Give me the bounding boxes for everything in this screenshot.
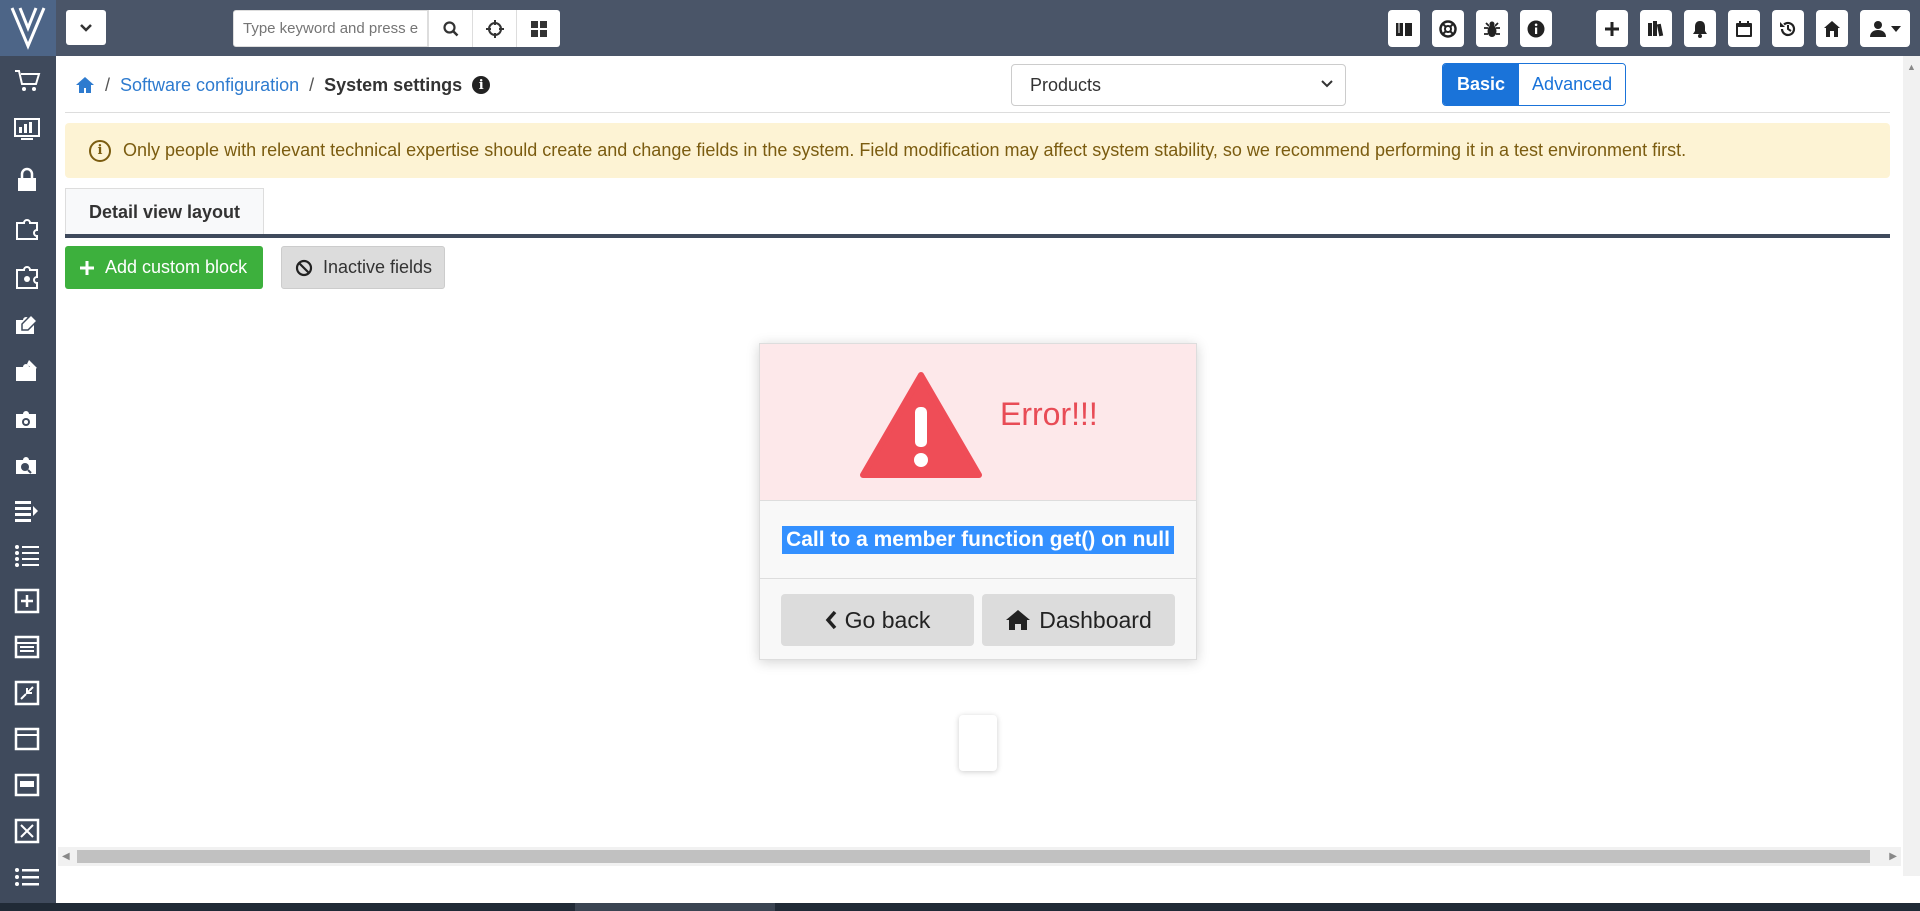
page-title: System settings bbox=[324, 74, 463, 95]
top-bar bbox=[56, 0, 1920, 56]
module-select[interactable]: Products bbox=[1011, 64, 1346, 106]
crosshair-icon bbox=[485, 19, 504, 38]
quick-create-button[interactable] bbox=[1596, 10, 1628, 47]
scroll-up-icon[interactable]: ▲ bbox=[1907, 62, 1916, 72]
table-icon[interactable] bbox=[10, 630, 44, 664]
about-button[interactable] bbox=[1520, 10, 1552, 47]
notifications-button[interactable] bbox=[1684, 10, 1716, 47]
plus-icon bbox=[1605, 21, 1619, 36]
caret-down-icon bbox=[1891, 25, 1901, 32]
history-button[interactable] bbox=[1772, 10, 1804, 47]
home-icon bbox=[1006, 610, 1031, 630]
logo-icon[interactable] bbox=[0, 0, 56, 56]
grid-icon bbox=[530, 20, 547, 37]
scrollbar-thumb[interactable] bbox=[77, 850, 1870, 863]
dashboard-label: Dashboard bbox=[1039, 606, 1152, 633]
basic-mode-button[interactable]: Basic bbox=[1443, 64, 1520, 105]
go-back-label: Go back bbox=[844, 606, 931, 633]
bell-icon bbox=[1693, 20, 1707, 38]
plus-icon bbox=[80, 260, 94, 275]
warning-alert: i Only people with relevant technical ex… bbox=[65, 123, 1890, 178]
bug-icon bbox=[1484, 21, 1500, 37]
info-circle-icon: i bbox=[89, 139, 111, 162]
calendar-icon bbox=[1736, 20, 1752, 37]
module-select-value: Products bbox=[1030, 74, 1102, 95]
error-message: Call to a member function get() on null bbox=[782, 525, 1174, 554]
breadcrumb-link-software-configuration[interactable]: Software configuration bbox=[120, 75, 299, 96]
plus-square-icon[interactable] bbox=[10, 584, 44, 618]
life-ring-icon bbox=[1439, 19, 1457, 38]
library-icon bbox=[1648, 20, 1664, 36]
advanced-mode-button[interactable]: Advanced bbox=[1519, 64, 1626, 105]
alert-text: Only people with relevant technical expe… bbox=[123, 140, 1687, 160]
cart-icon[interactable] bbox=[10, 63, 44, 97]
puzzle-edit-icon[interactable] bbox=[10, 308, 44, 342]
ban-icon bbox=[295, 259, 313, 276]
crosshair-button[interactable] bbox=[472, 10, 516, 47]
apps-grid-button[interactable] bbox=[516, 10, 560, 47]
mode-toggle: Basic Advanced bbox=[1442, 63, 1627, 106]
chevron-down-icon bbox=[80, 23, 92, 32]
list-icon[interactable] bbox=[10, 538, 44, 572]
bullet-list-icon[interactable] bbox=[10, 860, 44, 894]
warning-triangle-icon bbox=[860, 372, 982, 478]
home-button[interactable] bbox=[1816, 10, 1848, 47]
add-custom-block-label: Add custom block bbox=[105, 257, 248, 277]
breadcrumb: / Software configuration / System settin… bbox=[75, 72, 491, 98]
error-message-box: Call to a member function get() on null bbox=[760, 501, 1196, 579]
puzzle-brush-icon[interactable] bbox=[10, 355, 44, 389]
bug-report-button[interactable] bbox=[1476, 10, 1508, 47]
error-dialog-header: Error!!! bbox=[760, 344, 1196, 501]
book-button[interactable] bbox=[1388, 10, 1420, 47]
inactive-fields-label: Inactive fields bbox=[323, 257, 433, 277]
list-edit-icon[interactable] bbox=[10, 493, 44, 527]
home-icon[interactable] bbox=[75, 76, 95, 94]
global-search-box bbox=[233, 10, 428, 47]
tab-detail-view-layout[interactable]: Detail view layout bbox=[65, 188, 264, 235]
info-icon bbox=[1527, 20, 1545, 37]
add-custom-block-button[interactable]: Add custom block bbox=[65, 246, 263, 289]
knowledge-base-button[interactable] bbox=[1640, 10, 1672, 47]
chevron-down-icon bbox=[1321, 80, 1333, 88]
search-input[interactable] bbox=[234, 11, 427, 46]
taskbar-strip bbox=[0, 903, 1920, 911]
box-x-icon[interactable] bbox=[10, 814, 44, 848]
inactive-fields-button[interactable]: Inactive fields bbox=[281, 246, 445, 289]
calendar-button[interactable] bbox=[1728, 10, 1760, 47]
puzzle-gear-icon[interactable] bbox=[10, 402, 44, 436]
horizontal-scrollbar[interactable]: ◀ ▶ bbox=[58, 847, 1901, 866]
chevron-left-icon bbox=[825, 610, 836, 630]
puzzle-search-icon[interactable] bbox=[10, 448, 44, 482]
scroll-left-icon[interactable]: ◀ bbox=[62, 851, 70, 862]
home-icon bbox=[1824, 20, 1840, 37]
empty-panel bbox=[959, 715, 997, 771]
lock-icon[interactable] bbox=[10, 163, 44, 197]
puzzle-settings-icon[interactable] bbox=[10, 261, 44, 295]
user-icon bbox=[1870, 20, 1886, 37]
left-sidebar bbox=[0, 0, 56, 911]
window-icon[interactable] bbox=[10, 768, 44, 802]
support-button[interactable] bbox=[1432, 10, 1464, 47]
tab-underline bbox=[65, 234, 1890, 238]
error-title: Error!!! bbox=[1000, 396, 1098, 432]
quick-menu-dropdown[interactable] bbox=[66, 10, 106, 45]
folder-icon[interactable] bbox=[10, 722, 44, 756]
search-button[interactable] bbox=[428, 10, 472, 47]
book-icon bbox=[1396, 22, 1412, 36]
user-menu-button[interactable] bbox=[1860, 10, 1910, 47]
go-back-button[interactable]: Go back bbox=[781, 594, 974, 646]
search-icon bbox=[442, 20, 458, 36]
puzzle-icon[interactable] bbox=[10, 212, 44, 246]
vertical-scrollbar[interactable]: ▲ bbox=[1903, 56, 1920, 876]
monitor-chart-icon[interactable] bbox=[10, 113, 44, 147]
dashboard-button[interactable]: Dashboard bbox=[982, 594, 1175, 646]
info-icon[interactable]: i bbox=[472, 76, 491, 94]
divider bbox=[65, 112, 1890, 113]
history-icon bbox=[1780, 21, 1796, 36]
compress-icon[interactable] bbox=[10, 676, 44, 710]
error-dialog: Error!!! Call to a member function get()… bbox=[759, 343, 1197, 660]
scroll-right-icon[interactable]: ▶ bbox=[1889, 851, 1897, 862]
